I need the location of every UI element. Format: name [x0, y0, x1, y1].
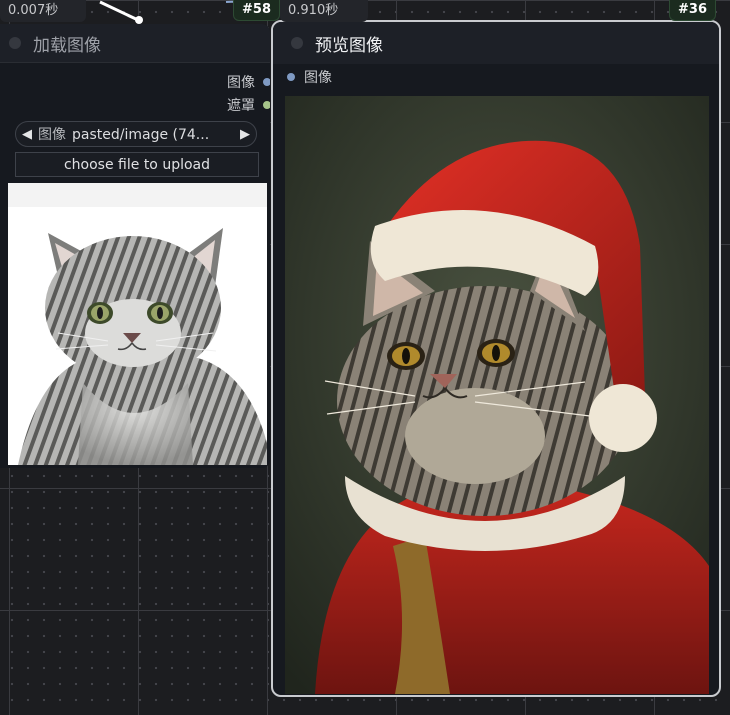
node-header[interactable]: 预览图像 — [273, 22, 719, 64]
collapse-dot-icon[interactable] — [291, 37, 303, 49]
input-dot-icon[interactable] — [287, 73, 295, 81]
combo-value-text: 图像 pasted/image (74... — [38, 124, 234, 144]
cat-photo-icon — [18, 228, 267, 465]
triangle-right-icon[interactable]: ▶ — [234, 127, 256, 142]
node-title: 预览图像 — [315, 35, 383, 56]
output-slot-mask[interactable]: 遮罩 — [227, 94, 270, 116]
load-image-node[interactable]: 加载图像 图像 遮罩 ◀ 图像 pasted/image (74... ▶ cho… — [0, 24, 270, 468]
image-select-combo[interactable]: ◀ 图像 pasted/image (74... ▶ — [15, 121, 257, 147]
node-id-badge: #36 — [669, 0, 716, 21]
execution-time-badge: 0.910秒 — [280, 0, 368, 22]
santa-cat-painting-icon — [285, 96, 709, 694]
combo-name: 图像 — [38, 127, 66, 143]
output-label: 遮罩 — [227, 98, 255, 114]
output-dot-icon[interactable] — [263, 78, 270, 86]
output-slots: 图像 遮罩 — [0, 63, 270, 116]
upload-button[interactable]: choose file to upload — [15, 152, 259, 177]
collapse-dot-icon[interactable] — [9, 37, 21, 49]
loaded-image-thumbnail — [8, 183, 267, 465]
output-dot-icon[interactable] — [263, 101, 270, 109]
node-title: 加载图像 — [33, 35, 101, 56]
output-slot-image[interactable]: 图像 — [227, 71, 270, 93]
output-label: 图像 — [227, 75, 255, 91]
combo-value: pasted/image (74... — [72, 127, 210, 143]
triangle-left-icon[interactable]: ◀ — [16, 127, 38, 142]
node-header[interactable]: 加载图像 — [0, 24, 270, 63]
preview-image-node[interactable]: 预览图像 图像 — [271, 20, 721, 697]
execution-time-badge: 0.007秒 — [0, 0, 86, 22]
input-slot-image[interactable]: 图像 — [273, 64, 719, 90]
input-label: 图像 — [304, 70, 332, 86]
preview-image — [285, 96, 709, 694]
node-id-badge: #58 — [233, 0, 280, 21]
